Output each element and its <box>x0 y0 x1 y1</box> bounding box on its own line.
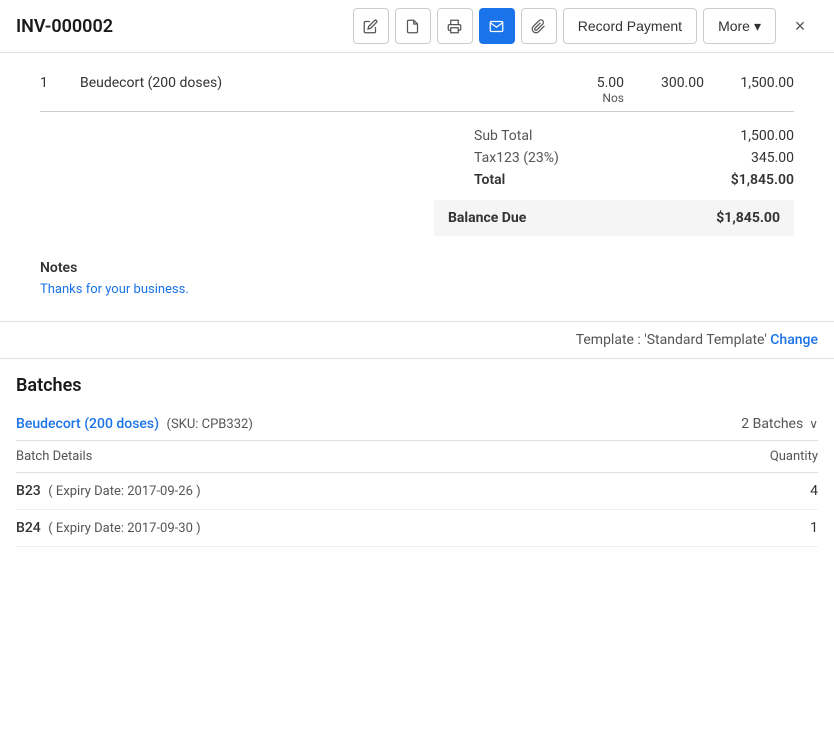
line-description: Beudecort (200 doses) <box>80 75 544 91</box>
balance-due-row: Balance Due $1,845.00 <box>434 200 794 236</box>
notes-section: Notes Thanks for your business. <box>40 260 794 297</box>
change-template-link[interactable]: Change <box>770 332 818 348</box>
batch-row-b23: B23 ( Expiry Date: 2017-09-26 ) 4 <box>16 473 818 510</box>
invoice-content: 1 Beudecort (200 doses) 5.00 Nos 300.00 … <box>0 53 834 322</box>
header: INV-000002 <box>0 0 834 53</box>
print-button[interactable] <box>437 8 473 44</box>
record-payment-button[interactable]: Record Payment <box>563 8 697 44</box>
batch-table-header: Batch Details Quantity <box>16 441 818 473</box>
pdf-button[interactable] <box>395 8 431 44</box>
batch-row-b24: B24 ( Expiry Date: 2017-09-30 ) 1 <box>16 510 818 547</box>
batch-qty-b24: 1 <box>810 520 818 536</box>
batch-product-sku: (SKU: CPB332) <box>167 417 253 432</box>
total-label: Total <box>474 172 505 188</box>
close-button[interactable]: × <box>782 8 818 44</box>
tax-row: Tax123 (23%) 345.00 <box>474 150 794 166</box>
batch-product-info: Beudecort (200 doses) (SKU: CPB332) <box>16 416 253 432</box>
batch-product-name[interactable]: Beudecort (200 doses) <box>16 416 159 432</box>
balance-due-value: $1,845.00 <box>716 210 780 226</box>
template-bar: Template : 'Standard Template' Change <box>0 322 834 359</box>
total-row: Total $1,845.00 <box>474 172 794 188</box>
subtotal-value: 1,500.00 <box>740 128 794 144</box>
line-items-table: 1 Beudecort (200 doses) 5.00 Nos 300.00 … <box>40 69 794 112</box>
tax-label: Tax123 (23%) <box>474 150 559 166</box>
notes-title: Notes <box>40 260 794 276</box>
line-rate: 300.00 <box>624 75 704 91</box>
batch-product-row[interactable]: Beudecort (200 doses) (SKU: CPB332) 2 Ba… <box>16 408 818 441</box>
toolbar: Record Payment More ▾ × <box>353 8 818 44</box>
subtotal-label: Sub Total <box>474 128 532 144</box>
edit-button[interactable] <box>353 8 389 44</box>
batch-id-b23: B23 ( Expiry Date: 2017-09-26 ) <box>16 483 201 499</box>
balance-due-container: Balance Due $1,845.00 <box>40 196 794 236</box>
batch-id-b24: B24 ( Expiry Date: 2017-09-30 ) <box>16 520 201 536</box>
batch-details-header: Batch Details <box>16 449 92 464</box>
balance-due-label: Balance Due <box>448 210 526 226</box>
invoice-title: INV-000002 <box>16 16 345 37</box>
chevron-down-icon: ∨ <box>809 417 818 431</box>
line-qty: 5.00 Nos <box>544 75 624 105</box>
email-button[interactable] <box>479 8 515 44</box>
batch-qty-b23: 4 <box>810 483 818 499</box>
totals-section: Sub Total 1,500.00 Tax123 (23%) 345.00 T… <box>40 128 794 188</box>
line-num: 1 <box>40 75 80 91</box>
table-row: 1 Beudecort (200 doses) 5.00 Nos 300.00 … <box>40 69 794 111</box>
notes-content: Thanks for your business. <box>40 282 794 297</box>
total-value: $1,845.00 <box>731 172 794 188</box>
batch-count: 2 Batches ∨ <box>741 416 818 432</box>
batches-title: Batches <box>16 375 818 396</box>
more-button[interactable]: More ▾ <box>703 8 776 44</box>
subtotal-row: Sub Total 1,500.00 <box>474 128 794 144</box>
batches-section: Batches Beudecort (200 doses) (SKU: CPB3… <box>0 359 834 563</box>
attach-button[interactable] <box>521 8 557 44</box>
line-amount: 1,500.00 <box>704 75 794 91</box>
tax-value: 345.00 <box>751 150 794 166</box>
template-text: Template : 'Standard Template' <box>576 332 767 348</box>
quantity-header: Quantity <box>770 449 818 464</box>
